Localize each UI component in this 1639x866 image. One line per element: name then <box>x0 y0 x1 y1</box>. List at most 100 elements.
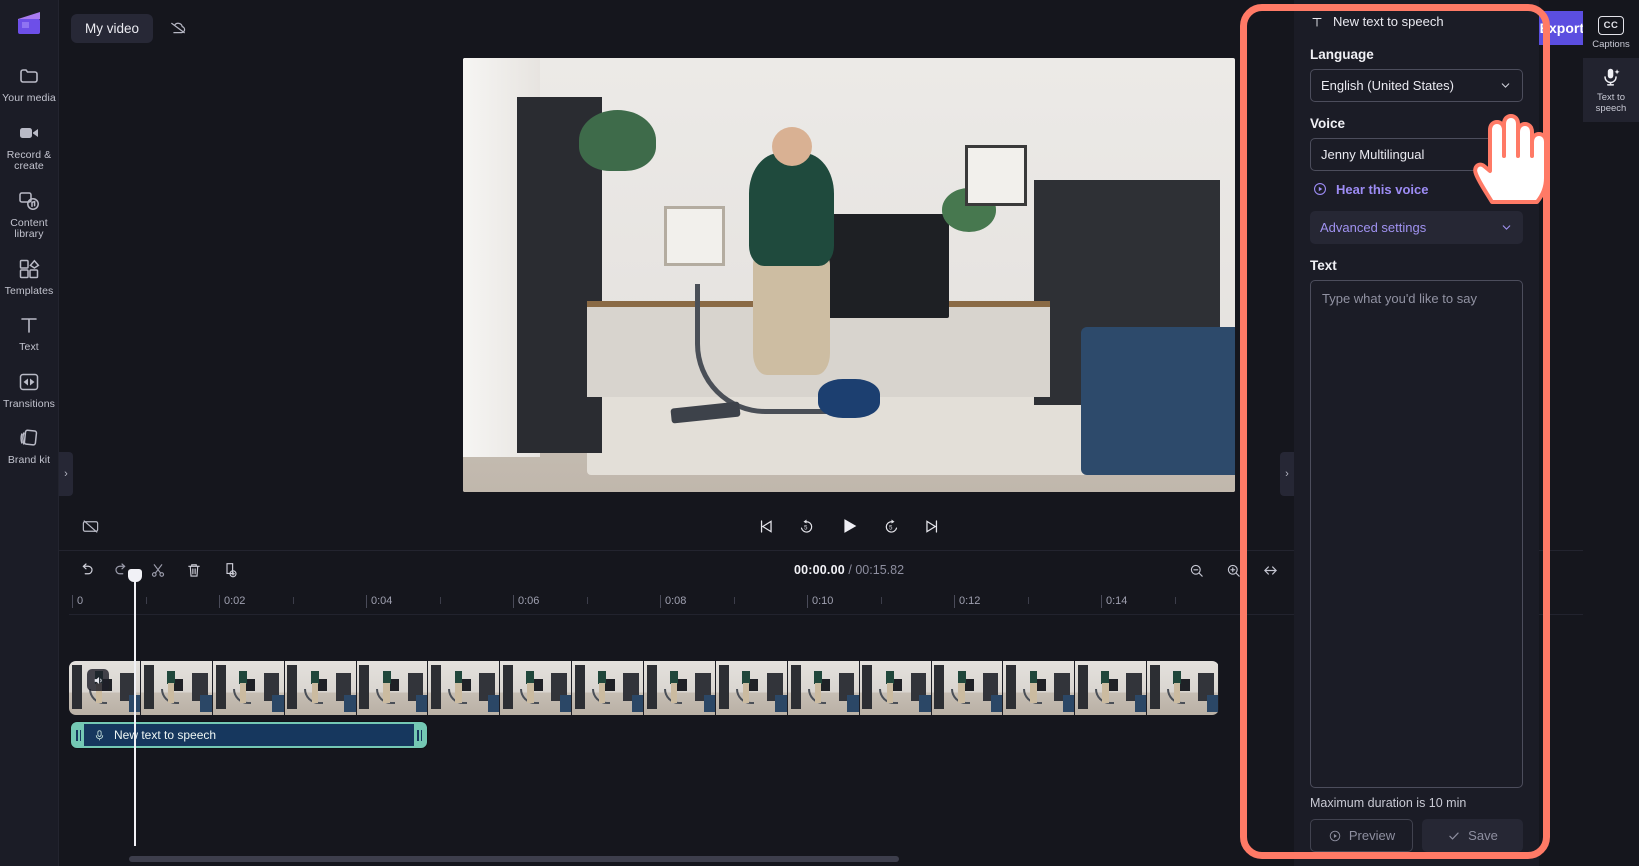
text-icon <box>17 313 41 337</box>
collapse-right-panel-handle[interactable]: › <box>1280 452 1294 496</box>
text-to-speech-icon <box>95 729 104 741</box>
advanced-settings-accordion[interactable]: Advanced settings <box>1310 211 1523 244</box>
playhead[interactable] <box>128 569 142 846</box>
tool-item-captions[interactable]: CC Captions <box>1583 8 1639 58</box>
transitions-icon <box>17 370 41 394</box>
sidebar-item-record-create[interactable]: Record & create <box>0 111 59 179</box>
collapse-left-panel-handle[interactable]: › <box>59 452 73 496</box>
text-label: Text <box>1310 258 1337 273</box>
clip-thumbnail <box>931 661 1004 715</box>
audio-on-icon[interactable] <box>87 669 109 691</box>
clip-right-handle[interactable] <box>414 724 425 746</box>
max-duration-note: Maximum duration is 10 min <box>1310 796 1467 810</box>
ruler-tick-label: 0:08 <box>665 595 687 607</box>
text-input[interactable] <box>1310 280 1523 788</box>
clip-thumbnail <box>859 661 932 715</box>
ruler-tick-minor <box>1027 597 1029 604</box>
clip-thumbnail <box>500 661 573 715</box>
scissors-icon[interactable] <box>149 561 167 579</box>
cc-icon: CC <box>1598 16 1624 35</box>
content-library-icon <box>17 189 41 213</box>
video-preview[interactable] <box>463 58 1235 492</box>
clip-thumbnail <box>1075 661 1148 715</box>
fit-to-screen-icon[interactable] <box>1262 562 1279 579</box>
sidebar-item-brand-kit[interactable]: Brand kit <box>0 416 59 473</box>
playback-buttons: 5 5 <box>756 515 942 537</box>
cursor-hand-icon <box>1468 112 1550 208</box>
sidebar-item-templates[interactable]: Templates <box>0 247 59 304</box>
svg-text:5: 5 <box>804 525 808 531</box>
ruler-tick-label: 0:02 <box>224 595 246 607</box>
sidebar-item-label: Brand kit <box>7 454 51 466</box>
panel-actions: Preview Save <box>1310 819 1523 866</box>
folder-icon <box>17 64 41 88</box>
clip-thumbnail <box>1147 661 1219 715</box>
clip-thumbnail <box>715 661 788 715</box>
sidebar-item-label: Transitions <box>2 397 56 410</box>
save-button[interactable]: Save <box>1422 819 1523 852</box>
sidebar-item-text[interactable]: Text <box>0 303 59 360</box>
duplicate-icon[interactable] <box>221 561 239 579</box>
tool-item-label: Text to speech <box>1595 92 1627 114</box>
brand-kit-icon <box>17 426 41 450</box>
chevron-down-icon <box>1501 83 1510 88</box>
play-icon[interactable] <box>838 515 860 537</box>
ruler-tick-minor <box>145 597 147 604</box>
sidebar-item-label: Text <box>19 341 39 353</box>
right-panel-area: New text to speech Language English (Uni… <box>1294 0 1639 866</box>
zoom-out-icon[interactable] <box>1188 562 1205 579</box>
clip-left-handle[interactable] <box>73 724 84 746</box>
forward-5-icon[interactable]: 5 <box>882 517 901 536</box>
project-name-button[interactable]: My video <box>71 13 154 43</box>
ruler-tick-label: 0:14 <box>1106 595 1128 607</box>
video-clip[interactable] <box>69 661 1219 715</box>
clip-thumbnail <box>356 661 429 715</box>
video-frame <box>463 58 1235 492</box>
rewind-5-icon[interactable]: 5 <box>797 517 816 536</box>
video-camera-icon <box>17 121 41 145</box>
hear-this-voice-label: Hear this voice <box>1336 181 1429 197</box>
zoom-in-icon[interactable] <box>1225 562 1242 579</box>
cloud-sync-status-button[interactable] <box>161 12 195 44</box>
ruler-tick-minor <box>586 597 588 604</box>
play-circle-icon <box>1329 830 1341 841</box>
tool-item-text-to-speech[interactable]: Text to speech <box>1583 58 1639 122</box>
ruler-tick-minor <box>880 597 882 604</box>
sidebar-item-label: Templates <box>4 284 54 297</box>
current-time: 00:00.00 <box>793 563 845 577</box>
audio-clip-label-wrap: New text to speech <box>84 728 216 742</box>
sidebar-item-label: Content library <box>10 216 48 240</box>
undo-icon[interactable] <box>77 561 95 579</box>
language-select[interactable]: English (United States) <box>1310 69 1523 102</box>
trash-icon[interactable] <box>185 561 203 579</box>
svg-text:5: 5 <box>889 525 893 531</box>
text-to-speech-icon <box>1600 66 1622 88</box>
timeline-horizontal-scrollbar[interactable] <box>129 856 899 862</box>
ruler-tick-label: 0:10 <box>812 595 834 607</box>
clip-thumbnail <box>284 661 357 715</box>
ruler-tick-minor <box>292 597 294 604</box>
chevron-down-icon <box>1502 225 1511 230</box>
timeline-tools <box>77 561 239 579</box>
sidebar-item-transitions[interactable]: Transitions <box>0 360 59 417</box>
preview-label: Preview <box>1348 828 1396 843</box>
audio-clip-text-to-speech[interactable]: New text to speech <box>71 722 427 748</box>
panel-title-label: New text to speech <box>1333 14 1444 29</box>
language-label: Language <box>1310 47 1374 62</box>
sidebar-item-content-library[interactable]: Content library <box>0 179 59 247</box>
total-time: 00:15.82 <box>855 563 905 577</box>
clip-thumbnail <box>140 661 213 715</box>
save-label: Save <box>1468 828 1498 843</box>
right-tool-rail: CC Captions Text to speech <box>1583 0 1639 866</box>
captions-off-icon[interactable] <box>81 517 100 536</box>
panel-header: New text to speech <box>1310 14 1523 29</box>
skip-forward-icon[interactable] <box>923 517 942 536</box>
skip-back-icon[interactable] <box>756 517 775 536</box>
timeline-zoom-controls <box>1188 562 1279 579</box>
text-icon <box>1312 17 1322 27</box>
clip-thumbnail <box>1003 661 1076 715</box>
ruler-tick-label: 0 <box>77 595 84 607</box>
preview-button[interactable]: Preview <box>1310 819 1413 852</box>
clip-thumbnail <box>572 661 644 715</box>
sidebar-item-your-media[interactable]: Your media <box>0 54 59 111</box>
